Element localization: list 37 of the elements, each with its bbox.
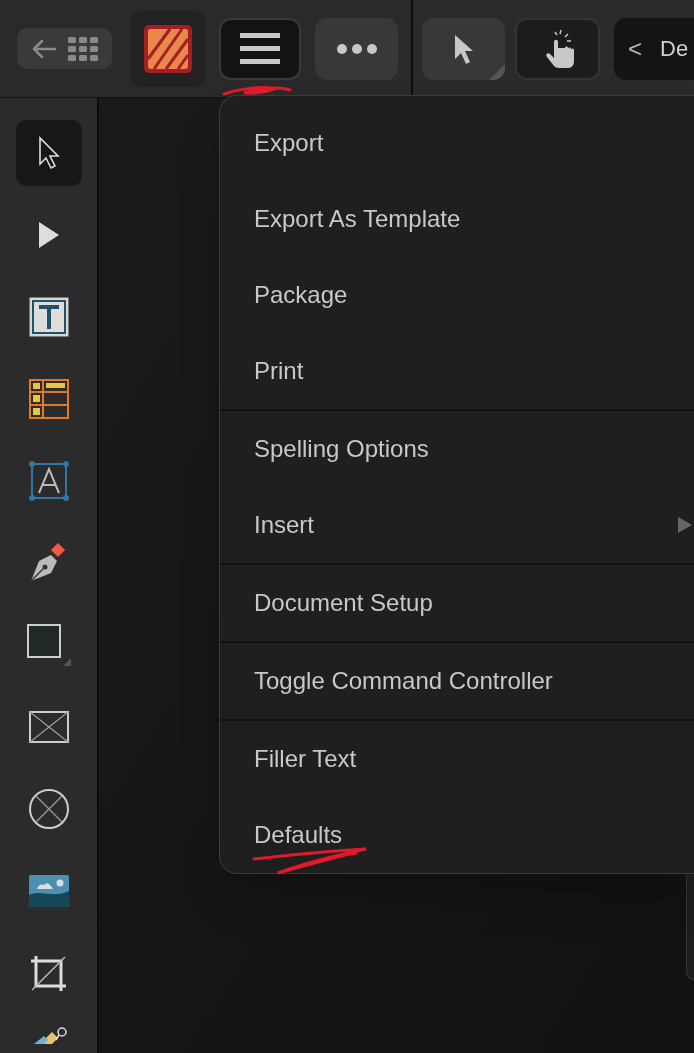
- menu-item[interactable]: Filler Text: [220, 721, 694, 797]
- menu-item[interactable]: Insert: [220, 487, 694, 563]
- menu-item[interactable]: Export: [220, 105, 694, 181]
- breadcrumb-title: De: [660, 35, 689, 63]
- image-icon: [28, 875, 69, 907]
- pointer-button[interactable]: [422, 17, 505, 80]
- app-logo-button[interactable]: [130, 10, 206, 87]
- menu-button[interactable]: [219, 17, 301, 80]
- annotation-mark: [222, 84, 294, 98]
- menu-item[interactable]: Spelling Options: [220, 411, 694, 487]
- submenu-arrow-icon: [678, 517, 692, 533]
- back-button[interactable]: [17, 28, 112, 69]
- menu-item[interactable]: Toggle Command Controller: [220, 643, 694, 719]
- table-icon: [28, 379, 69, 419]
- crop-icon: [30, 954, 67, 992]
- picture-frame-icon: [28, 711, 69, 743]
- square-icon: [24, 622, 73, 668]
- more-button[interactable]: [315, 17, 398, 80]
- triangle-pointer-icon: [36, 220, 61, 250]
- menu-item[interactable]: Export As Template: [220, 181, 694, 257]
- ellipse-frame-icon: [28, 789, 69, 829]
- menu-item[interactable]: Defaults: [220, 797, 694, 873]
- touch-button[interactable]: [515, 17, 600, 80]
- app-logo-icon: [144, 24, 192, 73]
- menu-item[interactable]: Package: [220, 257, 694, 333]
- menu-item[interactable]: Print: [220, 333, 694, 409]
- menu-icon: [240, 33, 280, 64]
- tool-button[interactable]: [15, 120, 82, 186]
- more-icon: [336, 43, 377, 54]
- grid-icon: [68, 36, 98, 61]
- text-frame-icon: [28, 297, 69, 337]
- menu-item[interactable]: Document Setup: [220, 565, 694, 641]
- pointer-icon: [452, 32, 475, 65]
- breadcrumb-button[interactable]: < De: [614, 17, 694, 80]
- chevron-text: <: [628, 33, 642, 64]
- text-box-icon: [28, 461, 69, 501]
- back-arrow-icon: [31, 37, 58, 60]
